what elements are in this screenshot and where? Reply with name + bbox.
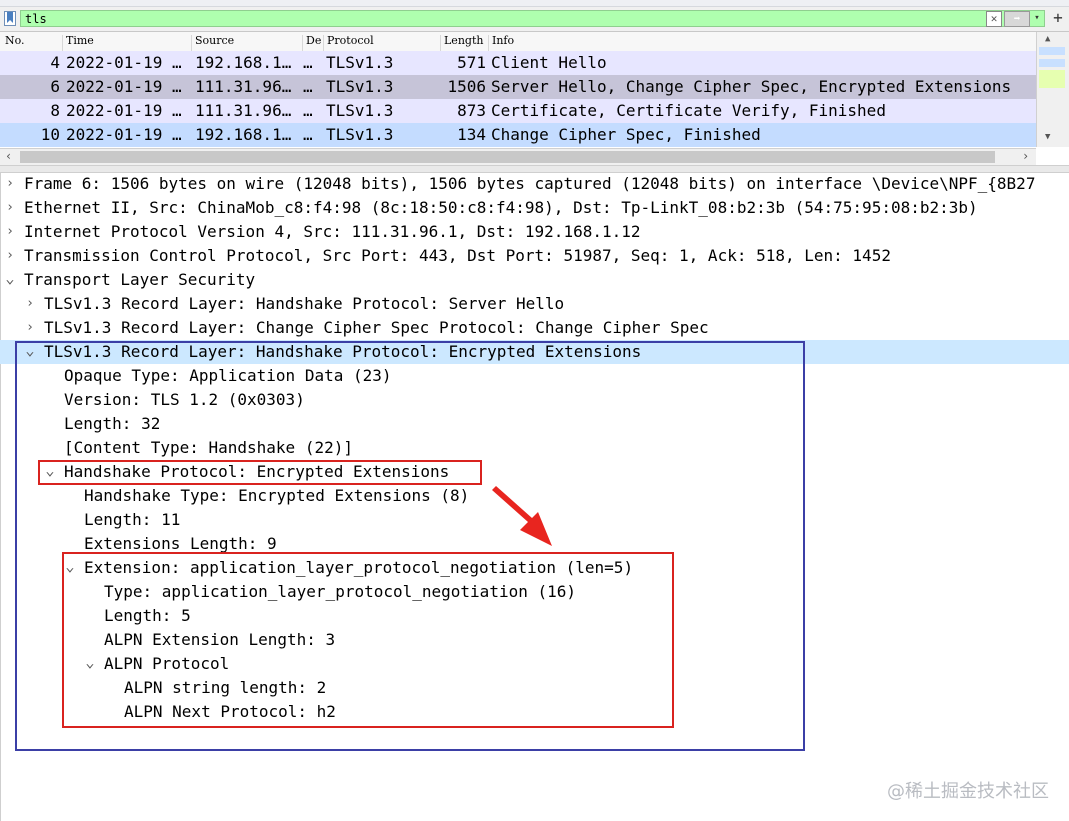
display-filter-input[interactable]: tls [20, 10, 1045, 27]
scroll-right-icon[interactable]: › [1022, 149, 1029, 163]
packet-list-horizontal-scrollbar[interactable]: ‹ › [0, 148, 1036, 165]
annotation-red-box [38, 460, 482, 485]
watermark: @稀土掘金技术社区 [887, 781, 1049, 802]
annotation-arrow-icon [492, 486, 552, 546]
main-toolbar [0, 0, 1069, 7]
packet-length: 873 [457, 101, 486, 120]
packet-info: Client Hello [491, 53, 607, 72]
packet-destination: … [303, 101, 313, 120]
chevron-right-icon[interactable]: › [4, 244, 16, 268]
scroll-up-icon[interactable]: ▲ [1045, 34, 1050, 44]
packet-protocol: TLSv1.3 [326, 125, 394, 144]
column-header-destination[interactable]: De [302, 35, 321, 51]
minimap-marker [1039, 59, 1065, 67]
packet-destination: … [303, 53, 313, 72]
packet-source: 192.168.1… [195, 53, 292, 72]
packet-no: 8 [50, 101, 60, 120]
packet-length: 571 [457, 53, 486, 72]
scroll-thumb[interactable] [1039, 47, 1065, 55]
clear-filter-icon[interactable]: ✕ [986, 11, 1002, 27]
detail-tree-row[interactable]: › Internet Protocol Version 4, Src: 111.3… [0, 220, 1069, 244]
detail-tree-text: TLSv1.3 Record Layer: Change Cipher Spec… [44, 318, 709, 337]
detail-tree-row[interactable]: › Ethernet II, Src: ChinaMob_c8:f4:98 (8c… [0, 196, 1069, 220]
chevron-right-icon[interactable]: › [4, 196, 16, 220]
detail-tree-text: TLSv1.3 Record Layer: Handshake Protocol… [44, 294, 565, 313]
packet-destination: … [303, 77, 313, 96]
packet-row[interactable]: 4 2022-01-19 … 192.168.1… … TLSv1.3 571 … [0, 51, 1036, 75]
packet-list-header: No. Time Source De Protocol Length Info [0, 32, 1036, 52]
packet-row[interactable]: 10 2022-01-19 … 192.168.1… … TLSv1.3 134… [0, 123, 1036, 147]
packet-protocol: TLSv1.3 [326, 53, 394, 72]
packet-length: 1506 [447, 77, 486, 96]
packet-source: 111.31.96… [195, 77, 292, 96]
chevron-right-icon[interactable]: › [24, 316, 36, 340]
packet-list-vertical-scrollbar[interactable]: ▲ ▼ [1036, 32, 1069, 147]
packet-info: Change Cipher Spec, Finished [491, 125, 761, 144]
chevron-down-icon[interactable]: ⌄ [3, 268, 17, 292]
packet-protocol: TLSv1.3 [326, 77, 394, 96]
column-header-no[interactable]: No. [2, 35, 25, 51]
column-header-time[interactable]: Time [62, 35, 94, 51]
apply-filter-icon[interactable]: ➡ [1004, 11, 1030, 27]
packet-time: 2022-01-19 … [66, 53, 182, 72]
chevron-right-icon[interactable]: › [24, 292, 36, 316]
chevron-right-icon[interactable]: › [4, 172, 16, 196]
detail-tree-row[interactable]: › TLSv1.3 Record Layer: Change Cipher Spe… [0, 316, 1069, 340]
detail-tree-text: Transport Layer Security [24, 270, 256, 289]
column-header-protocol[interactable]: Protocol [323, 35, 374, 51]
scroll-thumb[interactable] [20, 151, 995, 163]
detail-tree-text: Transmission Control Protocol, Src Port:… [24, 246, 891, 265]
minimap-marker [1039, 70, 1065, 88]
packet-row[interactable]: 8 2022-01-19 … 111.31.96… … TLSv1.3 873 … [0, 99, 1036, 123]
packet-source: 111.31.96… [195, 101, 292, 120]
packet-time: 2022-01-19 … [66, 125, 182, 144]
packet-no: 6 [50, 77, 60, 96]
detail-tree-row[interactable]: ⌄ Transport Layer Security [0, 268, 1069, 292]
detail-tree-text: Ethernet II, Src: ChinaMob_c8:f4:98 (8c:… [24, 198, 978, 217]
chevron-right-icon[interactable]: › [4, 220, 16, 244]
packet-no: 4 [50, 53, 60, 72]
detail-tree-text: Frame 6: 1506 bytes on wire (12048 bits)… [24, 174, 1036, 193]
packet-info: Certificate, Certificate Verify, Finishe… [491, 101, 886, 120]
detail-tree-row[interactable]: › Transmission Control Protocol, Src Port… [0, 244, 1069, 268]
packet-destination: … [303, 125, 313, 144]
scroll-down-icon[interactable]: ▼ [1045, 132, 1050, 142]
detail-tree-row[interactable]: › TLSv1.3 Record Layer: Handshake Protoco… [0, 292, 1069, 316]
add-filter-button[interactable]: + [1050, 9, 1066, 27]
scroll-left-icon[interactable]: ‹ [5, 149, 12, 163]
packet-info: Server Hello, Change Cipher Spec, Encryp… [491, 77, 1012, 96]
column-header-length[interactable]: Length [440, 35, 483, 51]
detail-tree-text: Internet Protocol Version 4, Src: 111.31… [24, 222, 641, 241]
annotation-red-box [62, 552, 674, 728]
packet-length: 134 [457, 125, 486, 144]
display-filter-bar: tls ✕ ➡ ▾ + [0, 7, 1069, 32]
packet-protocol: TLSv1.3 [326, 101, 394, 120]
column-header-source[interactable]: Source [191, 35, 234, 51]
packet-row[interactable]: 6 2022-01-19 … 111.31.96… … TLSv1.3 1506… [0, 75, 1036, 99]
bookmark-icon[interactable] [4, 11, 16, 26]
packet-time: 2022-01-19 … [66, 101, 182, 120]
packet-source: 192.168.1… [195, 125, 292, 144]
detail-tree-row[interactable]: › Frame 6: 1506 bytes on wire (12048 bits… [0, 172, 1069, 196]
packet-no: 10 [40, 125, 60, 144]
packet-time: 2022-01-19 … [66, 77, 182, 96]
column-header-info[interactable]: Info [488, 35, 514, 51]
chevron-down-icon[interactable]: ▾ [1031, 11, 1043, 25]
